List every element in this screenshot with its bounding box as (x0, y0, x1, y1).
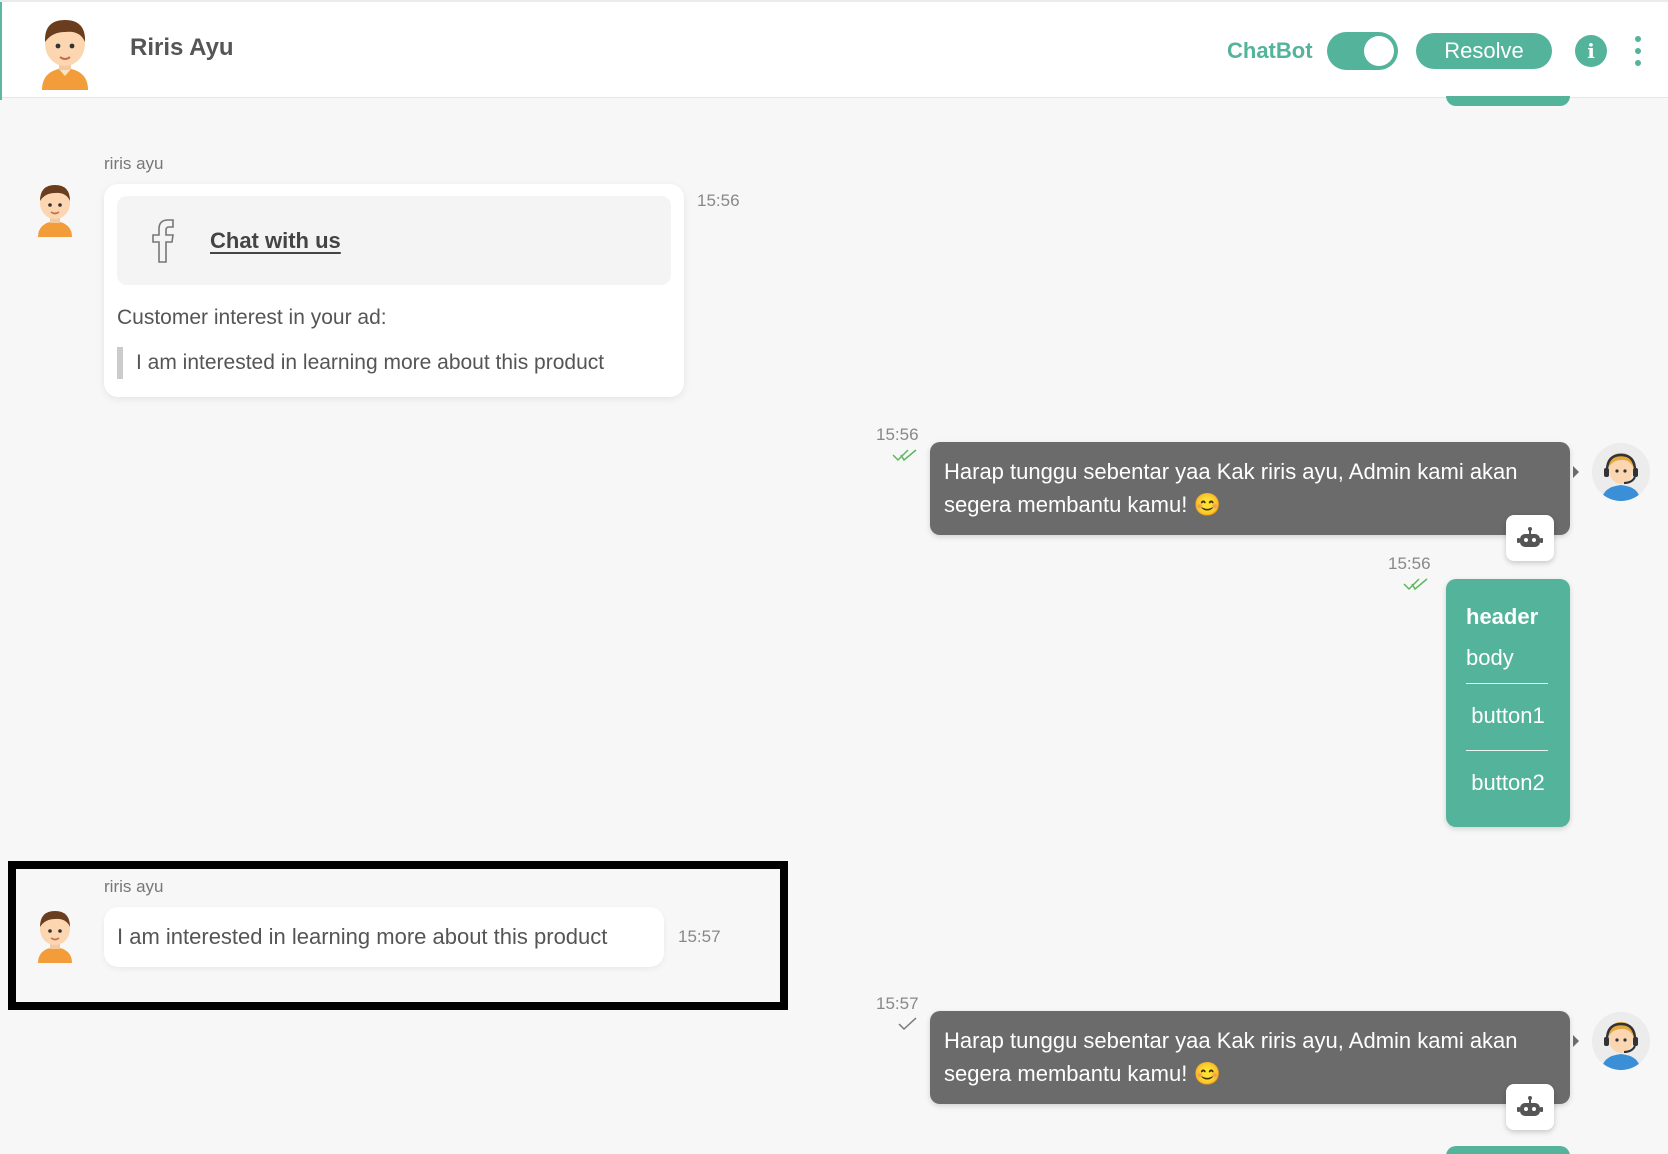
bubble-tail (1573, 466, 1579, 478)
customer-avatar (38, 911, 72, 963)
bot-icon (1506, 515, 1554, 561)
agent-avatar (1592, 1012, 1650, 1070)
contact-name: Riris Ayu (130, 34, 234, 61)
message-time: 15:56 (1388, 554, 1431, 573)
sent-receipt-icon (898, 1017, 917, 1031)
facebook-icon (152, 219, 174, 263)
bot-icon (1506, 1084, 1554, 1130)
read-receipt-icon (892, 449, 917, 462)
template-divider (1466, 683, 1548, 684)
read-receipt-icon (1403, 578, 1428, 591)
next-template-card-edge (1446, 1146, 1570, 1154)
template-body: body (1466, 645, 1514, 670)
chatbot-label: ChatBot (1227, 38, 1313, 63)
ad-interest-quote: I am interested in learning more about t… (117, 347, 604, 379)
chat-header: Riris Ayu ChatBot Resolve i (0, 0, 1668, 100)
chat-with-us-link[interactable]: Chat with us (210, 228, 341, 254)
toggle-knob (1364, 36, 1394, 66)
customer-avatar (38, 185, 72, 237)
sender-name: riris ayu (104, 877, 164, 896)
info-icon[interactable]: i (1575, 35, 1607, 67)
chatbot-toggle[interactable] (1327, 32, 1398, 70)
message-text: Harap tunggu sebentar yaa Kak riris ayu,… (944, 1028, 1518, 1086)
agent-message-bubble: Harap tunggu sebentar yaa Kak riris ayu,… (930, 1011, 1579, 1104)
sender-name: riris ayu (104, 154, 164, 173)
ad-link-box[interactable]: Chat with us (117, 196, 671, 285)
resolve-button[interactable]: Resolve (1416, 33, 1552, 69)
message-time: 15:56 (697, 191, 740, 210)
message-time: 15:57 (678, 927, 721, 946)
ad-interest-title: Customer interest in your ad: (117, 306, 387, 329)
chat-thread[interactable]: riris ayu Chat with us Customer interest… (0, 99, 1668, 1154)
header-accent-strip (0, 2, 2, 100)
agent-message-bubble: Harap tunggu sebentar yaa Kak riris ayu,… (930, 442, 1579, 535)
customer-message-bubble: I am interested in learning more about t… (104, 907, 664, 967)
contact-avatar[interactable] (34, 12, 96, 90)
template-divider (1466, 750, 1548, 751)
more-options-icon[interactable] (1632, 36, 1644, 66)
agent-avatar (1592, 443, 1650, 501)
ad-referral-card: Chat with us Customer interest in your a… (104, 184, 684, 397)
message-text: Harap tunggu sebentar yaa Kak riris ayu,… (944, 459, 1518, 517)
template-button-1[interactable]: button1 (1446, 703, 1570, 729)
template-message-card: header body button1 button2 (1446, 579, 1570, 827)
message-time: 15:57 (876, 994, 919, 1013)
template-button-2[interactable]: button2 (1446, 770, 1570, 796)
template-header: header (1466, 604, 1539, 629)
message-time: 15:56 (876, 425, 919, 444)
bubble-tail (1573, 1035, 1579, 1047)
